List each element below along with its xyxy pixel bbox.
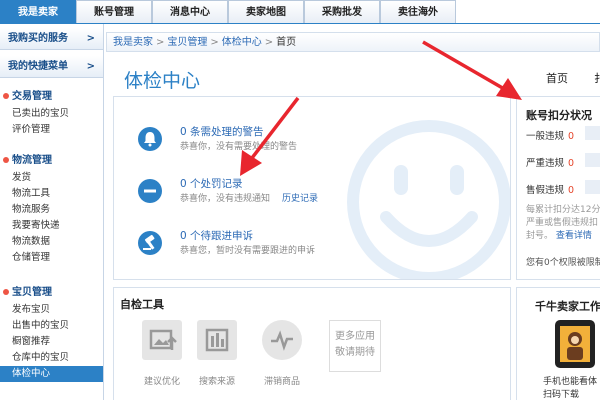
sidebar-section-title[interactable]: 宝贝管理 — [0, 284, 103, 302]
bell-icon — [138, 127, 162, 151]
sidebar-section-items: 宝贝管理 发布宝贝 出售中的宝贝 橱窗推荐 仓库中的宝贝 体检中心 — [0, 284, 103, 382]
tab-next[interactable]: 扌 — [594, 70, 600, 86]
points-note: 严重或售假违规扣 — [526, 218, 599, 228]
breadcrumb-separator: > — [156, 37, 165, 48]
breadcrumb-link[interactable]: 我是卖家 — [113, 37, 153, 48]
sidebar-section-title[interactable]: 交易管理 — [0, 88, 103, 106]
breadcrumb-link[interactable]: 体检中心 — [222, 37, 262, 48]
restriction-footer[interactable]: 您有0个权限被限制 — [526, 255, 600, 268]
tab-seller[interactable]: 我是卖家 — [0, 0, 76, 23]
more-apps-line: 敬请期待 — [335, 347, 375, 358]
top-navigation: 我是卖家 账号管理 消息中心 卖家地图 采购批发 卖往海外 — [0, 0, 600, 24]
points-bar — [585, 126, 600, 140]
breadcrumb-current: 首页 — [276, 37, 297, 48]
tool-label[interactable]: 滞销商品 — [252, 374, 312, 387]
sidebar-header-purchased-services[interactable]: 我购买的服务 > — [0, 28, 103, 50]
sidebar-item-on-sale[interactable]: 出售中的宝贝 — [0, 318, 103, 334]
minus-circle-icon — [138, 179, 162, 203]
history-link[interactable]: 历史记录 — [282, 191, 318, 204]
view-details-link[interactable]: 查看详情 — [556, 231, 592, 241]
qianniu-title: 千牛卖家工作 — [535, 300, 600, 313]
qianniu-panel: 千牛卖家工作 手机也能看体 扫码下载 — [516, 287, 600, 400]
points-value[interactable]: 0 — [568, 185, 574, 196]
breadcrumb-link[interactable]: 宝贝管理 — [167, 37, 207, 48]
sidebar-item-ship[interactable]: 发货 — [0, 170, 103, 186]
sidebar-item-sold[interactable]: 已卖出的宝贝 — [0, 106, 103, 122]
page-title: 体检中心 — [124, 70, 201, 92]
sidebar-item-window[interactable]: 橱窗推荐 — [0, 334, 103, 350]
account-points-title: 账号扣分状况 — [526, 109, 592, 122]
points-note: 每累计扣分达12分 — [526, 205, 600, 215]
gavel-icon — [138, 231, 162, 255]
image-upload-icon[interactable] — [142, 320, 182, 360]
tab-sell-overseas[interactable]: 卖往海外 — [380, 0, 456, 23]
sidebar-item-send-express[interactable]: 我要寄快递 — [0, 218, 103, 234]
sidebar-section-trade: 交易管理 已卖出的宝贝 评价管理 — [0, 88, 103, 138]
chevron-right-icon: > — [86, 33, 95, 44]
sidebar-section-logistics: 物流管理 发货 物流工具 物流服务 我要寄快递 物流数据 仓储管理 — [0, 152, 103, 266]
phone-screen — [560, 326, 590, 362]
points-note-text: 封号。 — [526, 231, 554, 241]
notice-title[interactable]: 0 条需处理的警告 — [180, 124, 264, 139]
tool-label[interactable]: 建议优化 — [132, 374, 192, 387]
sidebar-item-logistics-data[interactable]: 物流数据 — [0, 234, 103, 250]
points-bar — [585, 180, 600, 194]
points-row-counterfeit: 售假违规 0 — [526, 182, 574, 196]
account-points-panel: 账号扣分状况 一般违规 0 严重违规 0 售假违规 0 每累计扣分达12分 严重或售假… — [516, 96, 600, 280]
points-row-general: 一般违规 0 — [526, 128, 574, 142]
sidebar-item-health-check[interactable]: 体检中心 — [0, 366, 103, 382]
points-row-serious: 严重违规 0 — [526, 155, 574, 169]
sidebar-header-shortcut-menu[interactable]: 我的快捷菜单 > — [0, 56, 103, 78]
notice-desc: 恭喜你，没有需要处理的警告 — [180, 142, 298, 152]
self-check-tools-panel: 自检工具 建议优化 搜索来源 滞销商品 更多应用 敬请期待 — [113, 287, 511, 400]
notice-title[interactable]: 0 个处罚记录 — [180, 176, 243, 191]
notice-panel: 0 条需处理的警告 恭喜你，没有需要处理的警告 0 个处罚记录 恭喜你，没有违规… — [113, 96, 511, 280]
phone-icon — [555, 320, 595, 368]
sidebar-item-logistics-tools[interactable]: 物流工具 — [0, 186, 103, 202]
points-label: 一般违规 — [526, 131, 565, 142]
tab-message-center[interactable]: 消息中心 — [152, 0, 228, 23]
breadcrumb-separator: > — [210, 37, 219, 48]
points-value[interactable]: 0 — [568, 158, 574, 169]
sidebar-section-title[interactable]: 物流管理 — [0, 152, 103, 170]
points-label: 严重违规 — [526, 158, 565, 169]
sidebar-item-publish[interactable]: 发布宝贝 — [0, 302, 103, 318]
qianniu-text[interactable]: 扫码下载 — [543, 387, 579, 400]
smiley-watermark-icon — [347, 120, 510, 279]
tab-seller-map[interactable]: 卖家地图 — [228, 0, 304, 23]
points-bar — [585, 153, 600, 167]
points-value[interactable]: 0 — [568, 131, 574, 142]
tab-wholesale[interactable]: 采购批发 — [304, 0, 380, 23]
sidebar-item-reviews[interactable]: 评价管理 — [0, 122, 103, 138]
sidebar-item-warehouse[interactable]: 仓储管理 — [0, 250, 103, 266]
notice-desc: 恭喜你，没有违规通知 — [180, 194, 271, 204]
more-apps-line: 更多应用 — [335, 331, 375, 342]
sidebar: 我购买的服务 > 我的快捷菜单 > 交易管理 已卖出的宝贝 评价管理 物流管理 … — [0, 24, 104, 400]
tool-label[interactable]: 搜索来源 — [187, 374, 247, 387]
notice-title[interactable]: 0 个待跟进申诉 — [180, 228, 253, 243]
tools-title: 自检工具 — [120, 298, 164, 311]
chevron-right-icon: > — [86, 61, 95, 72]
pulse-icon[interactable] — [262, 320, 302, 360]
breadcrumb-separator: > — [264, 37, 274, 48]
tab-home[interactable]: 首页 — [546, 70, 568, 86]
breadcrumb: 我是卖家 > 宝贝管理 > 体检中心 > 首页 — [106, 32, 600, 52]
tab-account-management[interactable]: 账号管理 — [76, 0, 152, 23]
sidebar-item-logistics-service[interactable]: 物流服务 — [0, 202, 103, 218]
points-label: 售假违规 — [526, 185, 565, 196]
sidebar-header-label: 我的快捷菜单 — [8, 61, 68, 72]
points-note-last: 封号。 查看详情 — [526, 228, 592, 241]
more-apps-box: 更多应用 敬请期待 — [329, 320, 381, 372]
notice-desc: 恭喜您，暂时没有需要跟进的申诉 — [180, 246, 316, 256]
qianniu-text: 手机也能看体 — [543, 377, 598, 387]
sidebar-item-in-stock[interactable]: 仓库中的宝贝 — [0, 350, 103, 366]
sidebar-header-label: 我购买的服务 — [8, 33, 68, 44]
bar-chart-icon[interactable] — [197, 320, 237, 360]
